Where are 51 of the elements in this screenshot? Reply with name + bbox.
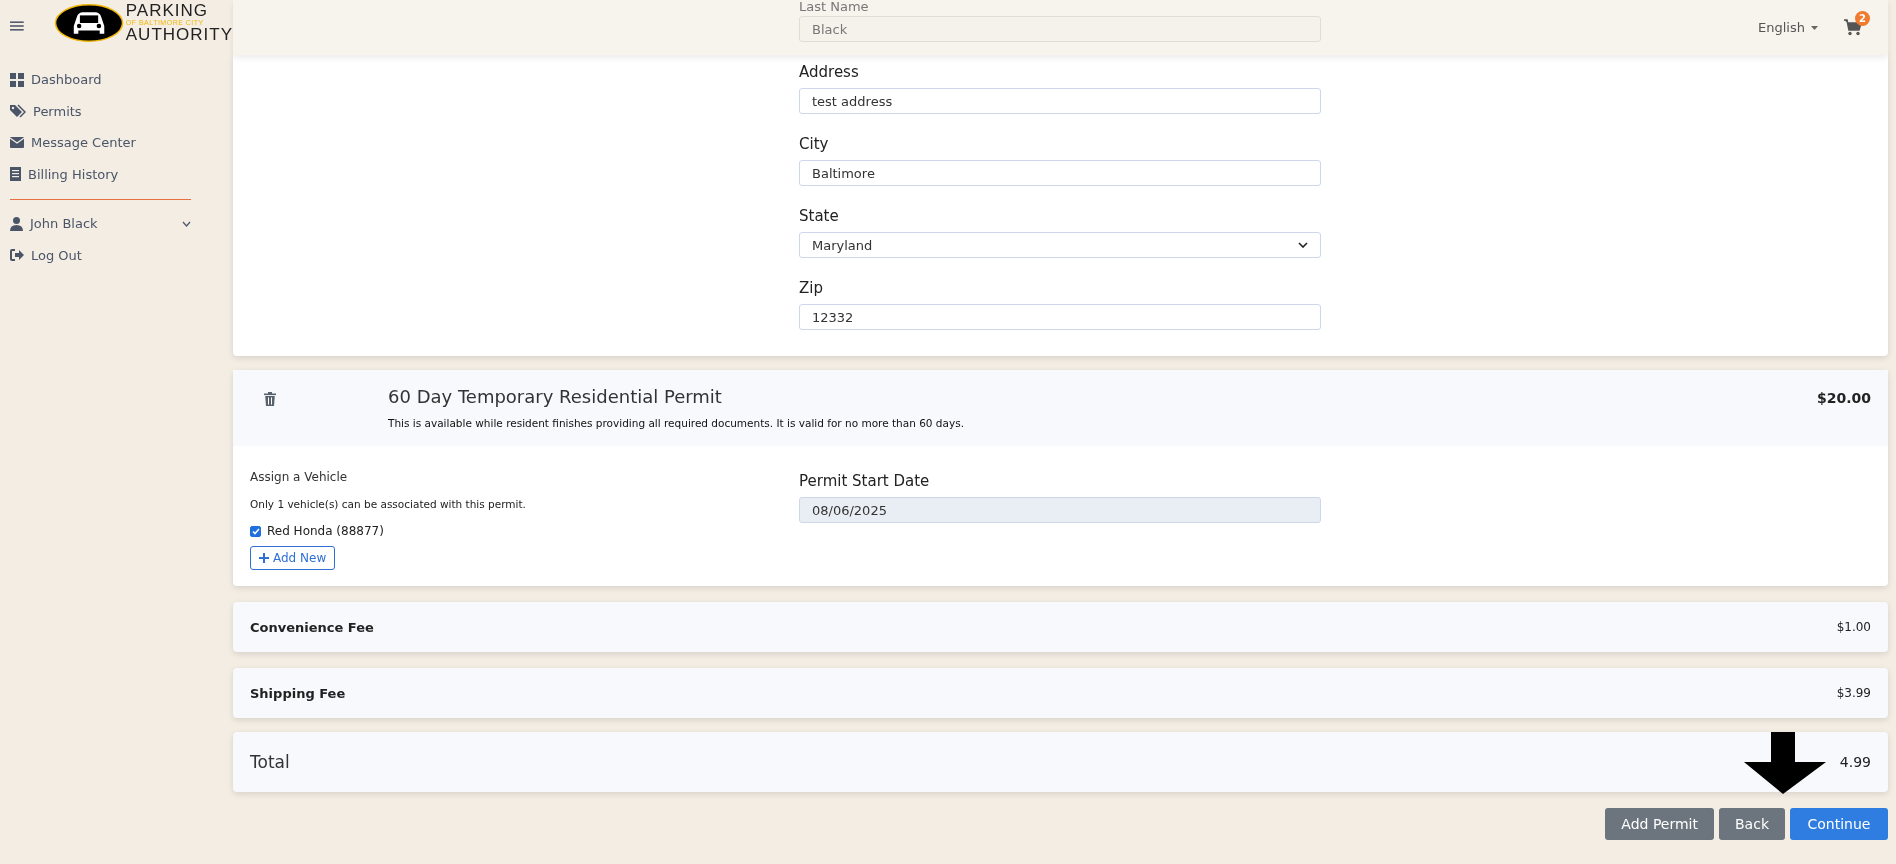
field-label: State — [799, 207, 840, 225]
chevron-icon — [182, 220, 191, 227]
sidebar-item[interactable]: Message Center — [10, 127, 191, 159]
field-label: City — [799, 135, 830, 153]
fee-label: Convenience Fee — [250, 619, 374, 635]
permit-description: This is available while resident finishes providing all required documents. It is valid for no more than 60 days. — [388, 417, 965, 429]
input-field[interactable]: Baltimore — [799, 160, 1321, 186]
tags-icon — [10, 104, 26, 119]
user-icon — [10, 216, 23, 231]
field-label: Zip — [799, 279, 824, 297]
logout-link[interactable]: Log Out — [10, 239, 191, 271]
field-label: Last Name — [799, 0, 870, 14]
grid-icon — [10, 72, 24, 87]
input-field[interactable]: 12332 — [799, 304, 1321, 330]
caret-icon — [1811, 25, 1818, 30]
user-menu[interactable]: John Black — [10, 208, 191, 240]
logout-icon — [10, 249, 24, 262]
logo-title: AUTHORITY — [125, 25, 233, 43]
fee-amount: $3.99 — [1836, 686, 1871, 700]
trash-icon[interactable] — [264, 392, 276, 406]
total-amount: 4.99 — [1839, 754, 1871, 770]
input-field: Black — [799, 16, 1321, 42]
assign-vehicle-label: Assign a Vehicle — [250, 470, 348, 484]
sidebar-item[interactable]: Billing History — [10, 158, 191, 190]
field-label: Address — [799, 63, 860, 81]
add-new-button[interactable]: Add New — [250, 546, 336, 570]
chevron-icon — [1298, 242, 1308, 248]
sidebar-item[interactable]: Dashboard — [10, 64, 191, 96]
menu-icon[interactable] — [10, 20, 24, 32]
date-field[interactable]: 08/06/2025 — [799, 497, 1321, 523]
state-select[interactable]: Maryland — [799, 232, 1321, 258]
fee-amount: $1.00 — [1836, 620, 1871, 634]
permit-title: 60 Day Temporary Residential Permit — [388, 386, 723, 407]
plus-icon — [259, 553, 269, 563]
cart-count-badge: 2 — [1855, 11, 1870, 26]
vehicle-label: Red Honda (88877) — [267, 524, 384, 538]
language-dropdown[interactable]: English — [1752, 19, 1824, 36]
action-button[interactable]: Add Permit — [1605, 808, 1714, 840]
action-button[interactable]: Back — [1719, 808, 1785, 840]
input-field[interactable]: test address — [799, 88, 1321, 114]
vehicle-checkbox[interactable] — [250, 525, 261, 537]
field-label: Permit Start Date — [799, 472, 931, 490]
action-button[interactable]: Continue — [1790, 808, 1888, 840]
sidebar-item[interactable]: Permits — [10, 95, 191, 127]
permit-price: $20.00 — [1816, 390, 1871, 406]
receipt-icon — [10, 167, 21, 182]
envelope-icon — [10, 137, 24, 149]
fee-label: Shipping Fee — [250, 685, 346, 701]
logo-title: PARKING — [125, 1, 210, 19]
total-label: Total — [250, 752, 290, 772]
vehicle-limit-note: Only 1 vehicle(s) can be associated with this permit. — [250, 498, 526, 510]
